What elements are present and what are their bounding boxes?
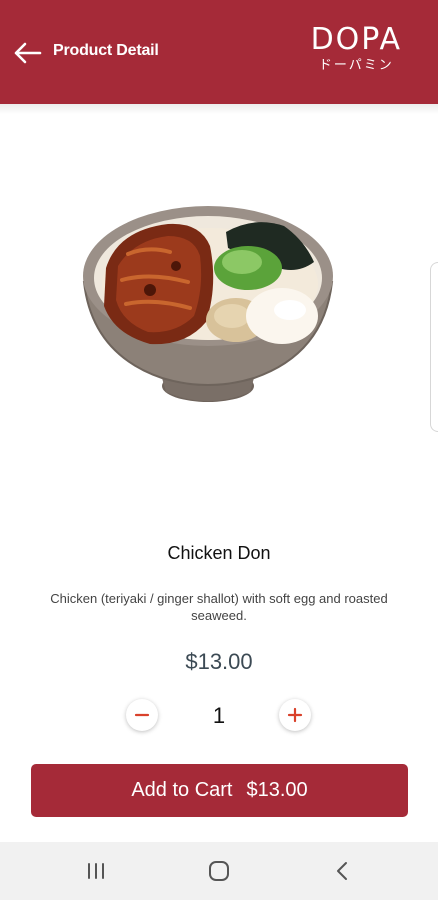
plus-icon <box>287 707 303 723</box>
recent-apps-icon <box>88 863 104 879</box>
product-description: Chicken (teriyaki / ginger shallot) with… <box>50 591 388 623</box>
product-name: Chicken Don <box>167 543 271 563</box>
brand-logo: DOPA ドーパミン <box>311 24 402 75</box>
home-icon <box>209 861 229 881</box>
add-to-cart-total: $13.00 <box>246 779 308 801</box>
logo-text: DOPA <box>310 22 402 57</box>
back-icon <box>337 862 347 880</box>
nav-back-button[interactable] <box>322 856 362 886</box>
add-to-cart-label: Add to Cart <box>131 779 233 801</box>
arrow-left-icon <box>14 42 42 64</box>
recent-apps-button[interactable] <box>76 856 116 886</box>
product-price: $13.00 <box>185 649 253 674</box>
minus-icon <box>134 713 150 717</box>
logo-subtext: ドーパミン <box>318 58 394 73</box>
edge-panel-handle[interactable] <box>430 262 438 432</box>
page-title: Product Detail <box>53 42 159 59</box>
home-button[interactable] <box>199 856 239 886</box>
add-to-cart-button[interactable]: Add to Cart $13.00 <box>31 764 408 817</box>
increment-button[interactable] <box>279 699 311 731</box>
app-bar-shadow <box>0 104 438 114</box>
quantity-value: 1 <box>212 703 226 728</box>
decrement-button[interactable] <box>126 699 158 731</box>
product-image <box>82 206 334 402</box>
system-nav-bar <box>0 842 438 900</box>
app-bar: Product Detail DOPA ドーパミン <box>0 0 438 104</box>
back-button[interactable] <box>10 36 44 70</box>
